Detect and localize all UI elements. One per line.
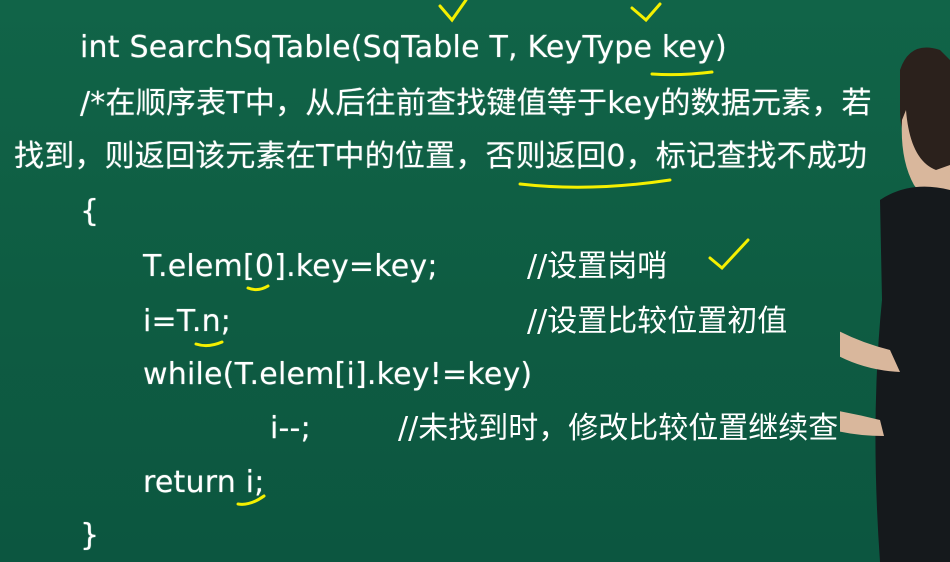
comment-line-2: 找到，则返回该元素在T中的位置，否则返回0，标记查找不成功 bbox=[14, 139, 868, 174]
close-brace: } bbox=[80, 518, 100, 553]
statement-while-loop: while(T.elem[i].key!=key) bbox=[143, 357, 533, 392]
comment-decrement: //未找到时，修改比较位置继续查 bbox=[398, 411, 839, 446]
statement-decrement: i--; bbox=[270, 411, 311, 446]
open-brace: { bbox=[80, 194, 100, 229]
function-signature: int SearchSqTable(SqTable T, KeyType key… bbox=[80, 30, 727, 65]
comment-line-1: /*在顺序表T中，从后往前查找键值等于key的数据元素，若 bbox=[80, 86, 872, 121]
comment-init-index: //设置比较位置初值 bbox=[527, 304, 788, 339]
statement-return: return i; bbox=[143, 465, 265, 500]
statement-sentinel: T.elem[0].key=key; bbox=[143, 249, 438, 284]
statement-init-index: i=T.n; bbox=[143, 304, 232, 339]
comment-sentinel: //设置岗哨 bbox=[527, 249, 668, 284]
presenter-figure bbox=[840, 47, 950, 562]
